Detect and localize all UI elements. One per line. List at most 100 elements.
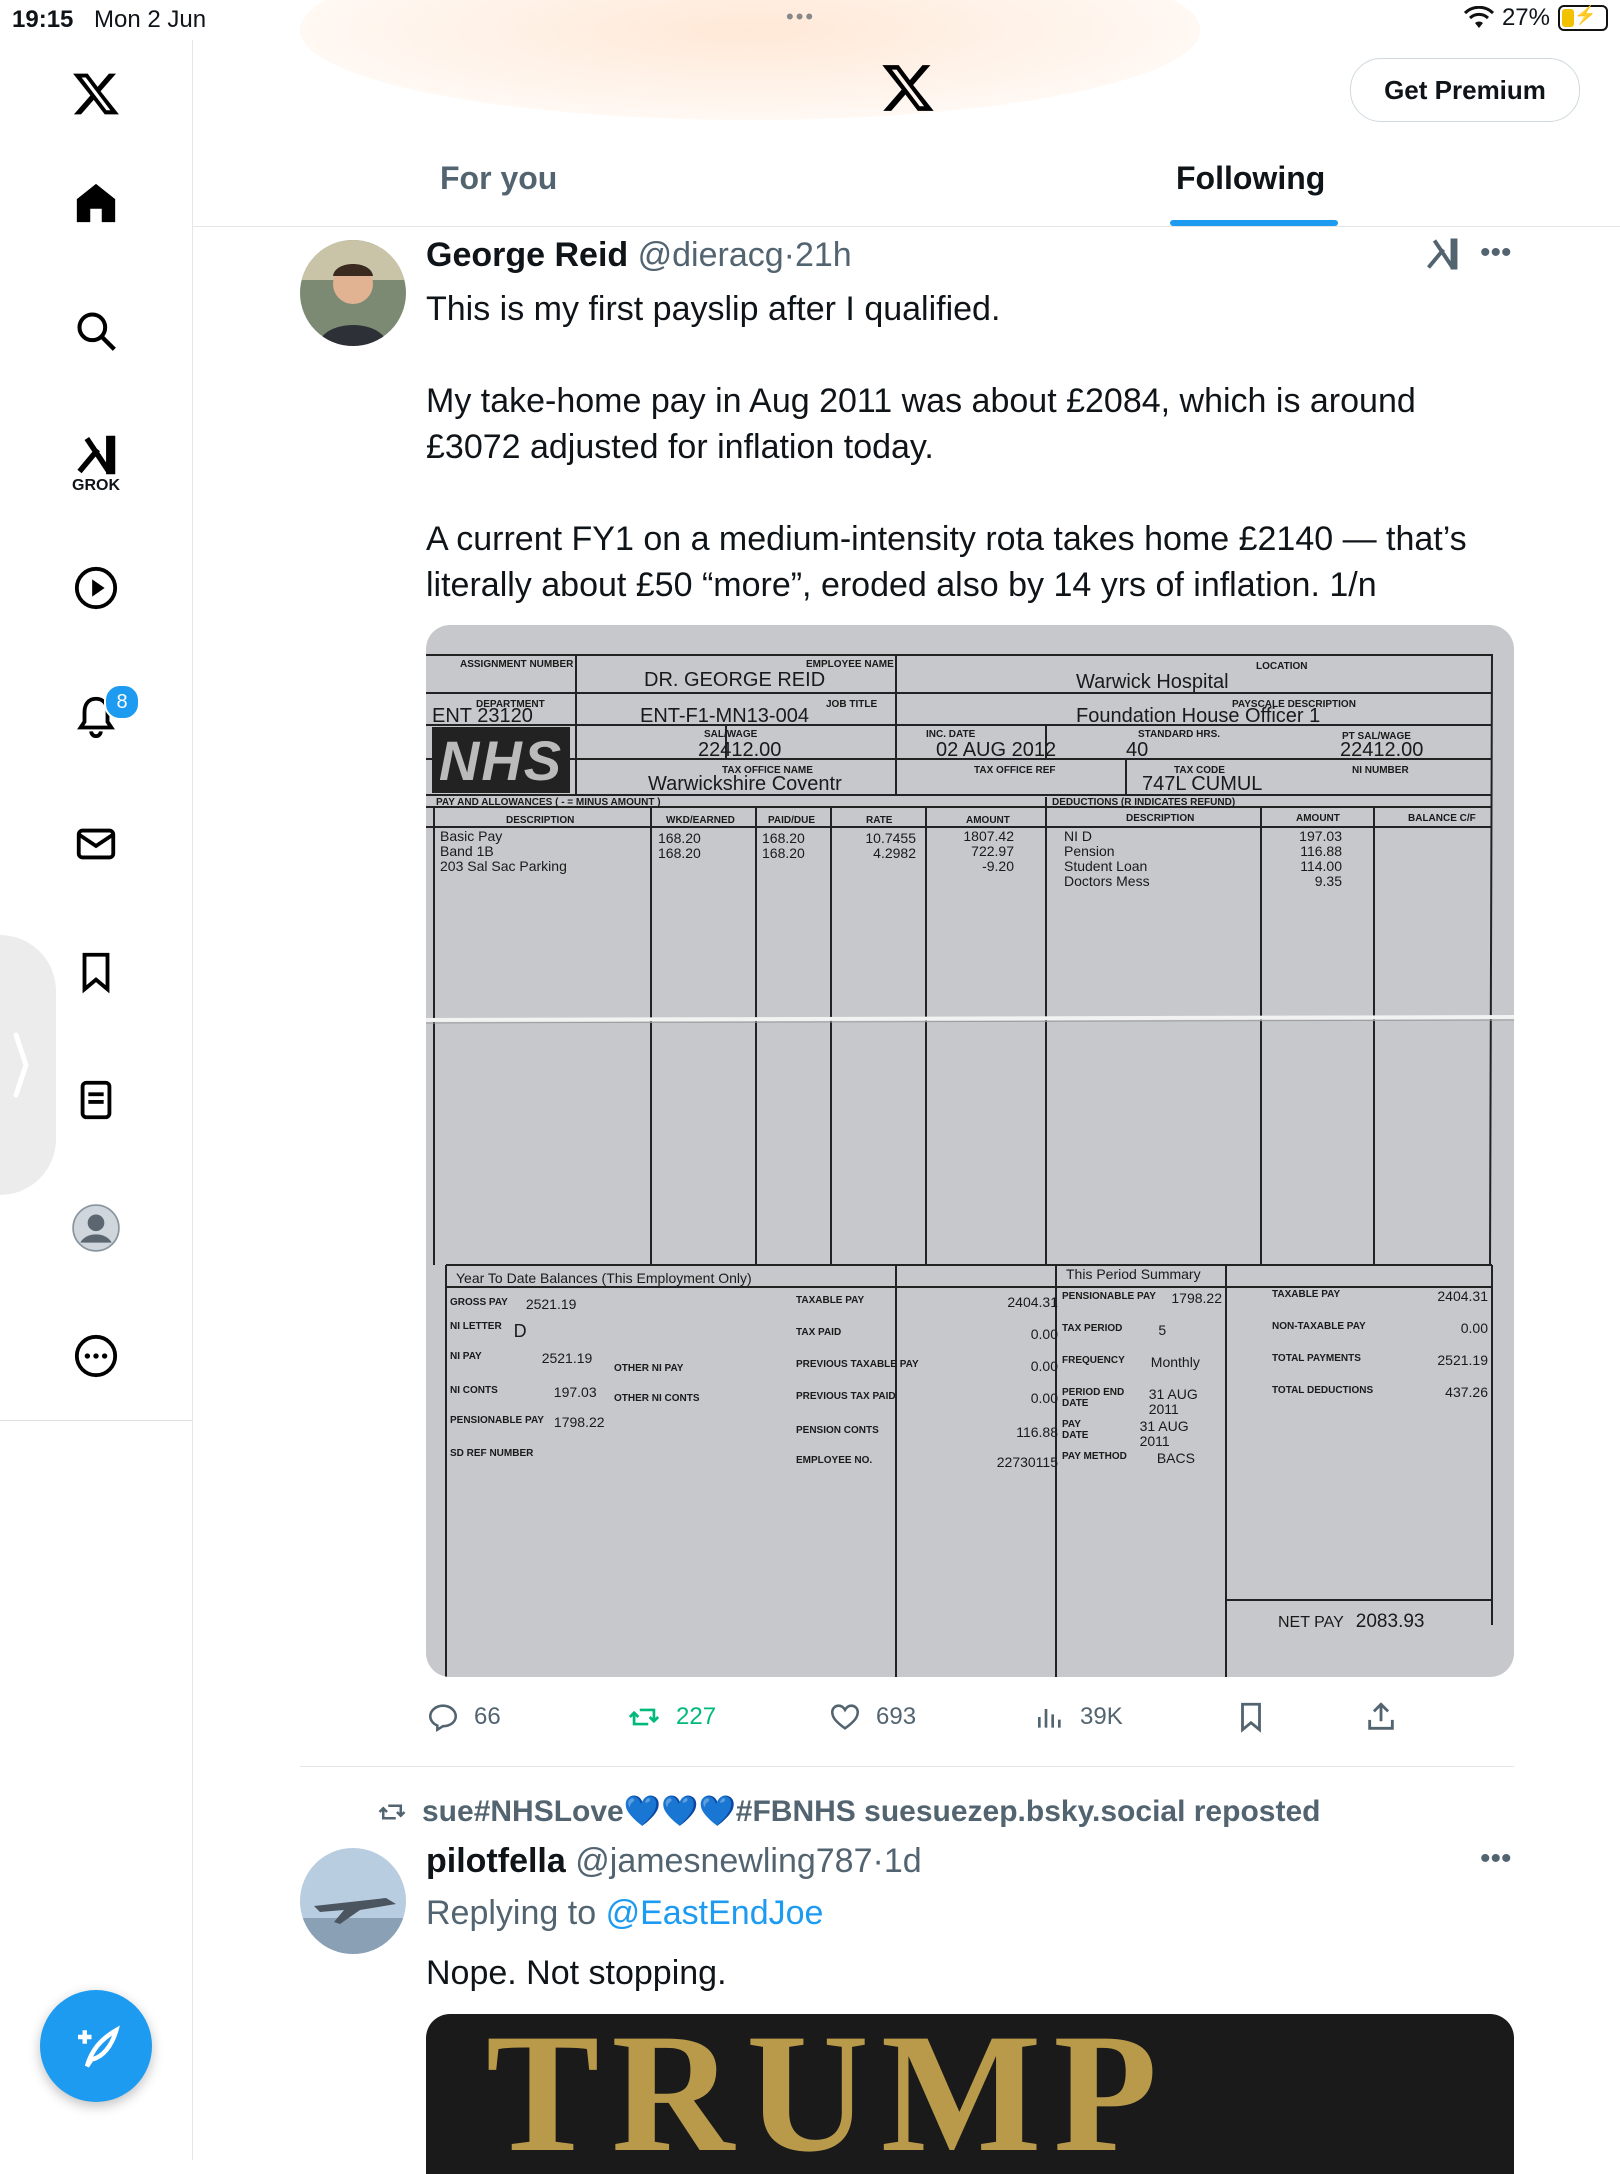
ytd-mid-label: EMPLOYEE NO. xyxy=(796,1455,873,1466)
payslip-image[interactable]: NHS ASSIGNMENT NUMBER EMPLOYEE NAME LOCA… xyxy=(426,625,1514,1677)
job-title-label: JOB TITLE xyxy=(826,699,878,710)
tweet-author-line[interactable]: George Reid @dieracg·21h xyxy=(426,236,852,275)
tweet-more-icon[interactable]: ••• xyxy=(1480,236,1512,270)
ytd-mid-value: 0.00 xyxy=(1030,1358,1058,1374)
paid-value: 168.20 xyxy=(762,845,805,861)
video-icon[interactable] xyxy=(68,560,124,616)
tax-code-value: 747L CUMUL xyxy=(1142,773,1263,795)
deduction-desc: Pension xyxy=(1064,843,1115,859)
author-name[interactable]: George Reid xyxy=(426,236,628,274)
pay-desc: Basic Pay xyxy=(440,828,503,844)
view-count: 39K xyxy=(1080,1703,1123,1730)
summary-value: 437.26 xyxy=(1445,1384,1488,1400)
reposted-by-text: sue#NHSLove💙💙💙#FBNHS suesuezep.bsky.soci… xyxy=(422,1795,1321,1828)
profile-avatar-icon[interactable] xyxy=(68,1200,124,1256)
avatar[interactable] xyxy=(300,1848,406,1954)
media-trump-text: TRUMP xyxy=(486,2014,1170,2174)
summary-value: 2521.19 xyxy=(1437,1352,1488,1368)
share-button[interactable] xyxy=(1364,1700,1398,1734)
grok-icon[interactable]: GROK xyxy=(68,424,124,504)
salwage-value: 22412.00 xyxy=(698,739,782,761)
bookmarks-icon[interactable] xyxy=(68,944,124,1000)
feather-plus-icon xyxy=(78,2025,120,2068)
status-time: 19:15 xyxy=(12,6,74,33)
location-value: Warwick Hospital xyxy=(1076,671,1229,693)
wkd-value: 168.20 xyxy=(658,845,701,861)
pay-descriptions: Basic Pay Band 1B 203 Sal Sac Parking xyxy=(440,829,567,874)
ytd-value: 2521.19 xyxy=(525,1296,577,1312)
ytd-mid-value: 116.88 xyxy=(1016,1424,1058,1440)
ytd-mid-label: PREVIOUS TAX PAID xyxy=(796,1391,896,1402)
multitask-dots-icon[interactable]: ••• xyxy=(786,4,815,30)
bookmark-icon xyxy=(1241,1702,1261,1733)
amount-values: 1807.42 722.97 -9.20 xyxy=(952,829,1014,874)
ytd-mid-value: 0.00 xyxy=(1030,1326,1058,1342)
net-pay-label: NET PAY xyxy=(1278,1614,1344,1631)
ni-number-label: NI NUMBER xyxy=(1352,765,1409,776)
ytd-value: 1798.22 xyxy=(553,1414,605,1430)
x-logo-center-icon[interactable] xyxy=(880,60,936,121)
like-button[interactable]: 693 xyxy=(828,1700,916,1734)
tweet-more-icon[interactable]: ••• xyxy=(1480,1842,1512,1876)
heart-icon xyxy=(830,1704,860,1730)
ytd-mid-block: TAXABLE PAY 2404.31 TAX PAID 0.00 PREVIOUS… xyxy=(796,1295,1058,1479)
employee-name-value: DR. GEORGE REID xyxy=(644,669,826,691)
compose-post-button[interactable] xyxy=(40,1990,152,2102)
home-icon[interactable] xyxy=(68,175,124,231)
tab-for-you[interactable]: For you xyxy=(440,160,557,197)
repost-count: 227 xyxy=(676,1703,717,1730)
author-name[interactable]: pilotfella xyxy=(426,1842,566,1880)
rate-value: 4.2982 xyxy=(873,845,916,861)
more-options-icon[interactable] xyxy=(68,1328,124,1384)
reply-icon xyxy=(428,1704,458,1733)
tab-following[interactable]: Following xyxy=(1176,160,1325,197)
net-pay-value: 2083.93 xyxy=(1355,1611,1425,1632)
tweet-time[interactable]: 21h xyxy=(795,236,852,274)
deduction-desc: Doctors Mess xyxy=(1064,873,1150,889)
ytd-label: GROSS PAY xyxy=(450,1297,508,1308)
articles-icon[interactable] xyxy=(68,1072,124,1128)
tax-office-ref-label: TAX OFFICE REF xyxy=(974,765,1056,776)
ytd-mid-label: PREVIOUS TAXABLE PAY xyxy=(796,1359,919,1370)
author-handle[interactable]: @jamesnewling787 xyxy=(575,1842,872,1880)
ytd-mid-label: TAXABLE PAY xyxy=(796,1295,865,1306)
job-title-value: ENT-F1-MN13-004 xyxy=(640,705,809,727)
reply-count: 66 xyxy=(474,1703,501,1730)
summary-label: TOTAL PAYMENTS xyxy=(1272,1353,1361,1364)
sidebar-divider xyxy=(0,1420,192,1421)
tweet-media-image[interactable]: TRUMP xyxy=(426,2014,1514,2174)
deduction-description-header: DESCRIPTION xyxy=(1126,813,1195,824)
location-label: LOCATION xyxy=(1256,661,1308,672)
x-logo-icon[interactable] xyxy=(68,66,124,122)
reply-button[interactable]: 66 xyxy=(426,1700,501,1734)
pay-desc: 203 Sal Sac Parking xyxy=(440,858,567,874)
wkd-value: 168.20 xyxy=(658,830,701,846)
repost-icon xyxy=(628,1708,660,1726)
avatar[interactable] xyxy=(300,240,406,346)
amount-header: AMOUNT xyxy=(966,815,1010,826)
views-button[interactable]: 39K xyxy=(1034,1700,1123,1734)
ytd-mid-value: 2404.31 xyxy=(1007,1294,1058,1310)
tweet-time[interactable]: 1d xyxy=(884,1842,922,1880)
wkd-header: WKD/EARNED xyxy=(666,815,735,826)
grok-explain-icon[interactable] xyxy=(1424,236,1460,277)
sidebar-expand-handle[interactable] xyxy=(0,935,56,1195)
messages-icon[interactable] xyxy=(68,816,124,872)
grok-label: GROK xyxy=(72,477,120,494)
deductions-label: DEDUCTIONS (R INDICATES REFUND) xyxy=(1052,797,1236,808)
department-value: ENT 23120 xyxy=(432,705,533,727)
ytd-value: 197.03 xyxy=(553,1384,597,1400)
author-handle[interactable]: @dieracg xyxy=(638,236,784,274)
notification-badge: 8 xyxy=(104,684,140,720)
bookmark-button[interactable] xyxy=(1234,1700,1268,1734)
paid-values: 168.20 168.20 xyxy=(762,831,805,861)
get-premium-button[interactable]: Get Premium xyxy=(1350,58,1580,122)
search-icon[interactable] xyxy=(68,303,124,359)
reposted-by[interactable]: sue#NHSLove💙💙💙#FBNHS suesuezep.bsky.soci… xyxy=(376,1794,1320,1829)
tweet-author-line[interactable]: pilotfella @jamesnewling787·1d xyxy=(426,1842,922,1881)
summary-right-block: TAXABLE PAY 2404.31 NON-TAXABLE PAY 0.00 T… xyxy=(1272,1289,1488,1417)
repost-button[interactable]: 227 xyxy=(626,1700,716,1734)
deduction-amount: 9.35 xyxy=(1314,873,1342,889)
replying-to-link[interactable]: @EastEndJoe xyxy=(606,1894,824,1932)
ytd-mid-value: 22730115 xyxy=(996,1454,1058,1470)
